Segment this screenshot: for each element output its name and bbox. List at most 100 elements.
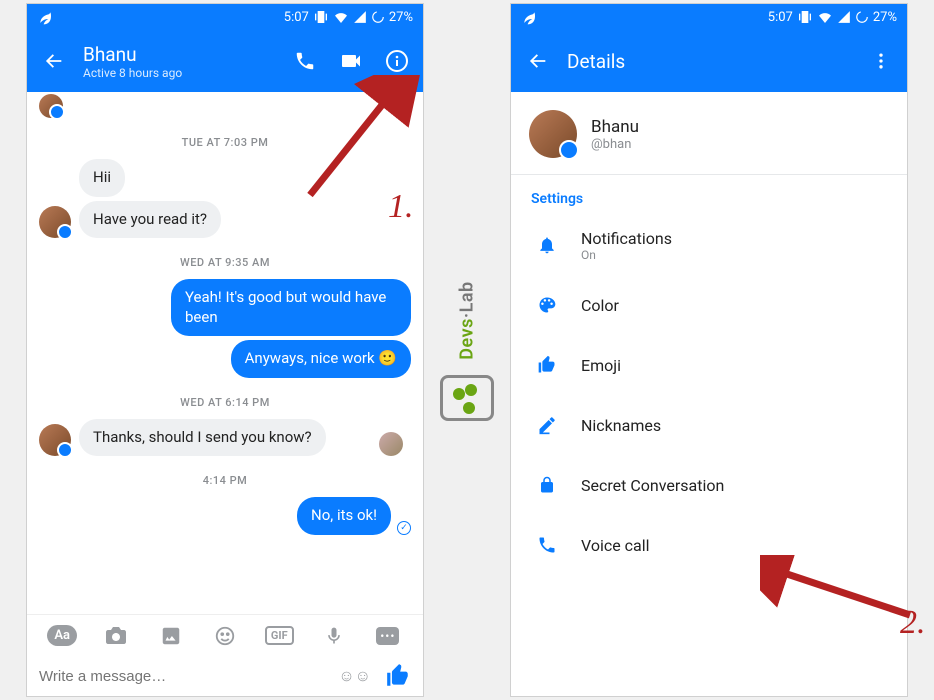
message-bubble[interactable]: Anyways, nice work 🙂 (231, 340, 411, 378)
settings-voice-call[interactable]: Voice call (511, 515, 907, 575)
profile-row[interactable]: Bhanu @bhan (511, 92, 907, 174)
profile-handle: @bhan (591, 137, 639, 152)
gallery-button[interactable] (157, 622, 185, 650)
arrow-left-icon (527, 50, 549, 72)
profile-name: Bhanu (591, 117, 639, 137)
phone-details: 5:07 27% Details Bhanu @bhan Settings (510, 3, 908, 697)
sent-check-icon (397, 521, 411, 535)
row-sublabel: On (581, 248, 672, 262)
gif-icon: GIF (265, 626, 294, 645)
message-row: Hii (39, 159, 411, 197)
image-icon (160, 625, 182, 647)
smiley-icon (214, 625, 236, 647)
phone-icon (537, 535, 557, 555)
timestamp: TUE AT 7:03 PM (39, 136, 411, 149)
message-row: No, its ok! (39, 497, 411, 535)
info-icon (385, 49, 409, 73)
more-button[interactable]: ••• (374, 622, 402, 650)
aa-icon: Aa (47, 625, 77, 646)
row-label: Color (581, 296, 619, 315)
overflow-button[interactable] (869, 49, 893, 73)
settings-section-title: Settings (511, 175, 907, 215)
chat-body[interactable]: TUE AT 7:03 PM Hii Have you read it? WED… (27, 92, 423, 624)
message-row: Yeah! It's good but would have been (39, 279, 411, 336)
message-input[interactable] (39, 668, 338, 685)
composer: Aa GIF ••• ☺☺ (27, 614, 423, 696)
palette-icon (537, 295, 557, 315)
message-bubble[interactable]: Have you read it? (79, 201, 221, 239)
status-battery: 27% (873, 10, 897, 25)
message-bubble[interactable]: Thanks, should I send you know? (79, 419, 326, 457)
chat-title-block[interactable]: Bhanu Active 8 hours ago (83, 43, 293, 80)
video-icon (339, 49, 363, 73)
loading-icon (855, 10, 869, 24)
dots-icon: ••• (376, 627, 399, 645)
chat-contact-name: Bhanu (83, 43, 293, 66)
seen-avatar-icon (379, 432, 403, 456)
loading-icon (371, 10, 385, 24)
gif-button[interactable]: GIF (265, 622, 293, 650)
thumb-icon (537, 355, 557, 375)
wifi-icon (333, 9, 349, 25)
settings-color[interactable]: Color (511, 275, 907, 335)
pencil-icon (537, 415, 557, 435)
avatar-icon[interactable] (39, 424, 71, 456)
settings-nicknames[interactable]: Nicknames (511, 395, 907, 455)
status-time: 5:07 (768, 10, 793, 25)
details-header: Details (511, 30, 907, 92)
chat-header: Bhanu Active 8 hours ago (27, 30, 423, 92)
phone-chat: 5:07 27% Bhanu Active 8 hours ago TUE AT… (26, 3, 424, 697)
emoji-button[interactable] (211, 622, 239, 650)
message-row: Thanks, should I send you know? (39, 419, 411, 457)
chat-presence: Active 8 hours ago (83, 66, 293, 80)
timestamp: 4:14 PM (39, 474, 411, 487)
bell-icon (537, 235, 557, 255)
settings-notifications[interactable]: Notifications On (511, 215, 907, 275)
more-vert-icon (871, 51, 891, 71)
message-bubble[interactable]: Hii (79, 159, 125, 197)
watermark: Devs·Lab (432, 270, 502, 421)
text-format-button[interactable]: Aa (48, 622, 76, 650)
camera-button[interactable] (102, 622, 130, 650)
voice-button[interactable] (320, 622, 348, 650)
status-time: 5:07 (284, 10, 309, 25)
back-button[interactable] (525, 48, 551, 74)
message-bubble[interactable]: No, its ok! (297, 497, 391, 535)
leaf-icon (521, 9, 537, 25)
timestamp: WED AT 6:14 PM (39, 396, 411, 409)
leaf-icon (37, 9, 53, 25)
video-call-button[interactable] (339, 49, 363, 73)
wifi-icon (817, 9, 833, 25)
timestamp: WED AT 9:35 AM (39, 256, 411, 269)
status-bar: 5:07 27% (511, 4, 907, 30)
lock-icon (538, 475, 556, 495)
row-label: Nicknames (581, 416, 661, 435)
vibrate-icon (797, 9, 813, 25)
mic-icon (324, 626, 344, 646)
phone-icon (294, 50, 316, 72)
details-title: Details (567, 50, 869, 73)
row-label: Voice call (581, 536, 650, 555)
status-bar: 5:07 27% (27, 4, 423, 30)
like-button[interactable] (385, 663, 411, 689)
row-label: Emoji (581, 356, 621, 375)
settings-emoji[interactable]: Emoji (511, 335, 907, 395)
avatar-icon[interactable] (39, 206, 71, 238)
vibrate-icon (313, 9, 329, 25)
avatar-icon (39, 94, 63, 118)
camera-icon (104, 624, 128, 648)
message-row: Have you read it? (39, 201, 411, 239)
row-label: Secret Conversation (581, 476, 724, 495)
row-label: Notifications (581, 229, 672, 248)
message-row: Anyways, nice work 🙂 (39, 340, 411, 378)
emoji-grid-icon[interactable]: ☺☺ (338, 666, 371, 686)
voice-call-button[interactable] (293, 49, 317, 73)
message-bubble[interactable]: Yeah! It's good but would have been (171, 279, 411, 336)
back-button[interactable] (41, 48, 67, 74)
signal-icon (353, 10, 367, 24)
watermark-phone-icon (440, 375, 494, 421)
arrow-left-icon (43, 50, 65, 72)
info-button[interactable] (385, 49, 409, 73)
avatar-icon (529, 110, 577, 158)
settings-secret-conversation[interactable]: Secret Conversation (511, 455, 907, 515)
